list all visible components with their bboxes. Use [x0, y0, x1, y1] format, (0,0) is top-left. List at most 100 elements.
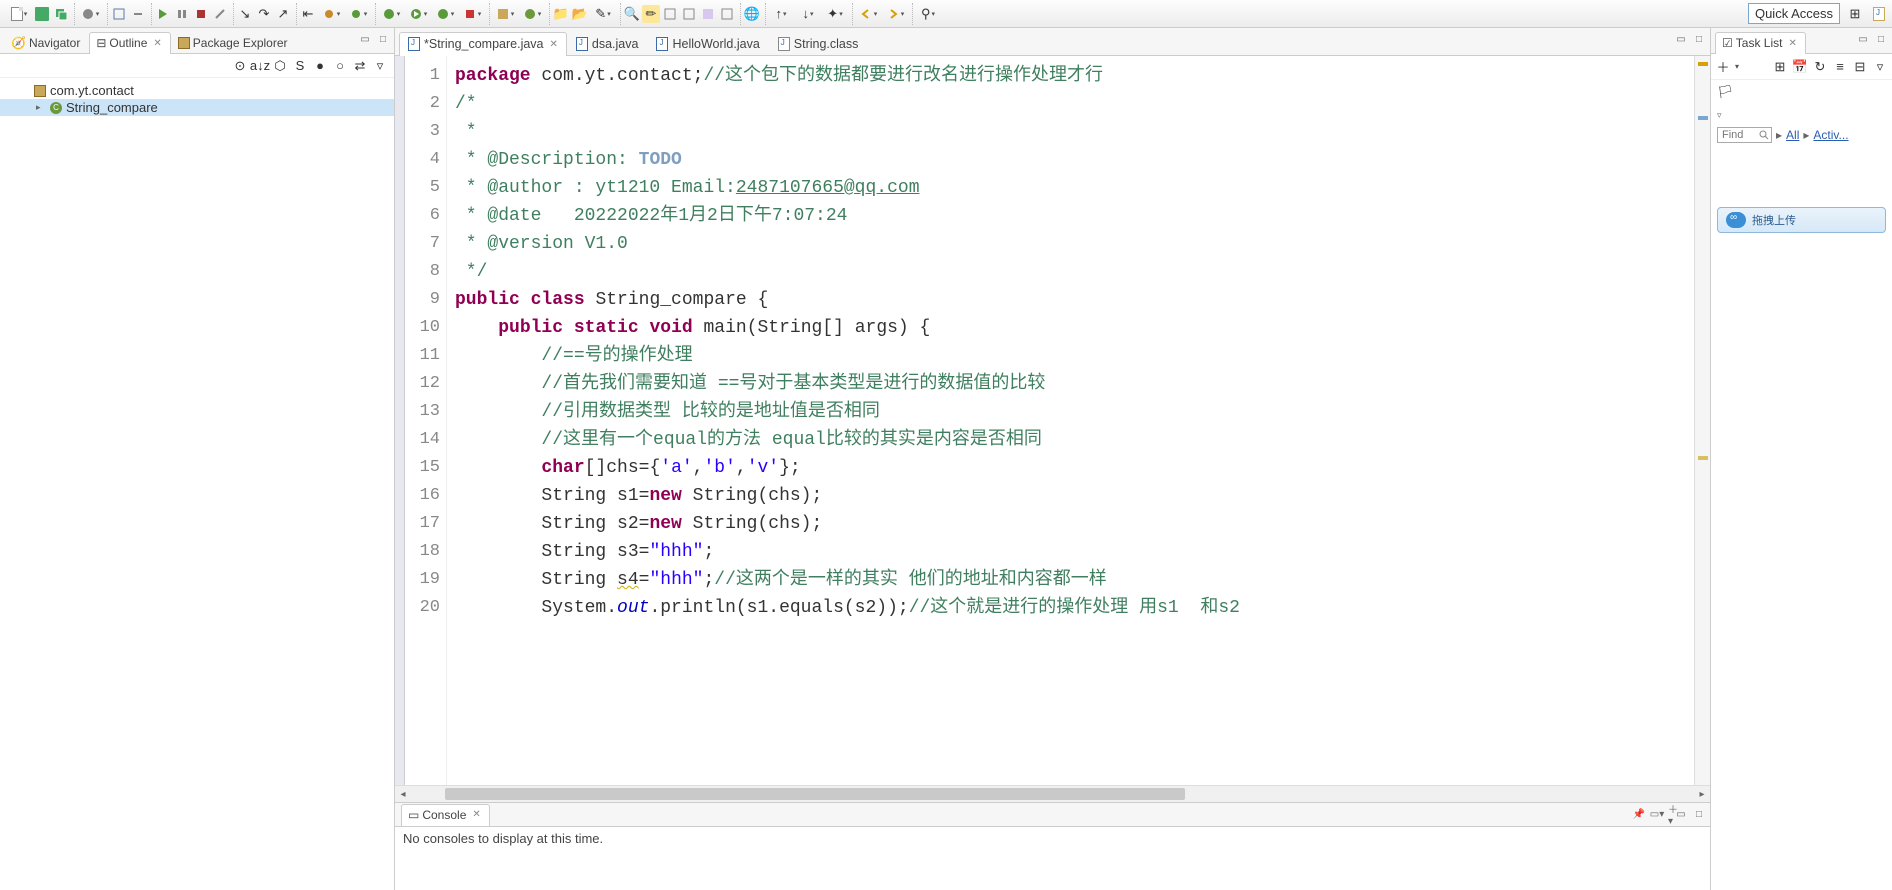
editor-tab-helloworld[interactable]: HelloWorld.java	[647, 32, 768, 56]
scroll-thumb[interactable]	[445, 788, 1185, 800]
navigator-tab[interactable]: 🧭Navigator	[4, 32, 89, 54]
toggle-d-button[interactable]	[718, 5, 736, 23]
step-into-button[interactable]: ↘	[236, 5, 254, 23]
task-flag-button[interactable]: 🏳	[1717, 84, 1734, 99]
skip-bp-button[interactable]	[345, 7, 371, 21]
run-button[interactable]	[405, 7, 431, 21]
open-task-button[interactable]: 📁	[552, 5, 570, 23]
console-display-button[interactable]: ▭▾	[1650, 807, 1664, 821]
center-pane: *String_compare.java✕ dsa.java HelloWorl…	[395, 28, 1710, 890]
search-button[interactable]: 🔍	[623, 5, 641, 23]
collapse-button[interactable]: ≡	[1832, 59, 1848, 75]
close-icon[interactable]: ✕	[153, 38, 161, 49]
next-annot-button[interactable]: ↓	[795, 6, 821, 21]
editor-tab-string-class[interactable]: String.class	[769, 32, 868, 56]
terminate-button[interactable]	[192, 5, 210, 23]
link-editor-button[interactable]	[129, 5, 147, 23]
disconnect-button[interactable]	[211, 5, 229, 23]
outline-tab[interactable]: ⊟Outline✕	[89, 32, 170, 54]
scroll-left-button[interactable]: ◂	[395, 786, 411, 802]
maximize-task-button[interactable]: □	[1874, 32, 1888, 46]
task-presentation-button[interactable]: ⊟	[1852, 59, 1868, 75]
minimize-editor-button[interactable]: ▭	[1674, 32, 1688, 46]
minimize-console-button[interactable]: ▭	[1674, 807, 1688, 821]
line-number-gutter[interactable]: 1234567891011121314151617181920	[405, 56, 447, 785]
new-java-button[interactable]	[492, 7, 518, 21]
open-type-button[interactable]	[77, 7, 103, 21]
task-find-input[interactable]	[1717, 127, 1772, 143]
task-find-row: ▸ All ▸ Activ...	[1711, 123, 1892, 147]
close-icon[interactable]: ✕	[550, 39, 558, 50]
code-editor[interactable]: 1234567891011121314151617181920 package …	[395, 56, 1710, 785]
task-view-menu-button[interactable]: ▿	[1872, 59, 1888, 75]
focus-workweek-button[interactable]: 📅	[1792, 59, 1808, 75]
code-area[interactable]: package com.yt.contact;//这个包下的数据都要进行改名进行…	[447, 56, 1694, 785]
sync-button[interactable]: ↻	[1812, 59, 1828, 75]
scroll-right-button[interactable]: ▸	[1694, 786, 1710, 802]
step-over-button[interactable]: ↷	[255, 5, 273, 23]
drop-frame-button[interactable]: ⇤	[299, 5, 317, 23]
overview-ruler[interactable]	[1694, 56, 1710, 785]
focus-task-button[interactable]: ⊙	[232, 58, 248, 74]
maximize-view-button[interactable]: □	[376, 32, 390, 46]
web-button[interactable]: 🌐	[743, 5, 761, 23]
quick-access-button[interactable]: Quick Access	[1748, 3, 1840, 24]
hide-static-button[interactable]: S	[292, 58, 308, 74]
new-button[interactable]	[6, 7, 32, 21]
outline-tree[interactable]: com.yt.contact ▸ C String_compare	[0, 78, 394, 890]
open-perspective-button[interactable]: ⊞	[1846, 5, 1864, 23]
categorize-button[interactable]: ⊞	[1772, 59, 1788, 75]
toggle-mark-button[interactable]	[110, 5, 128, 23]
console-pin-button[interactable]: 📌	[1632, 807, 1646, 821]
save-button[interactable]	[33, 5, 51, 23]
highlight-button[interactable]: ✏	[642, 5, 660, 23]
toggle-b-button[interactable]	[680, 5, 698, 23]
cloud-upload-button[interactable]: 拖拽上传	[1717, 207, 1886, 233]
close-icon[interactable]: ✕	[472, 809, 480, 820]
editor-hscrollbar[interactable]: ◂ ▸	[395, 785, 1710, 802]
new-class-button[interactable]	[519, 7, 545, 21]
wand-button[interactable]: ✎	[590, 6, 616, 22]
task-filter-all[interactable]: All	[1786, 128, 1799, 142]
new-task-button[interactable]: ＋	[1715, 59, 1731, 75]
toggle-c-button[interactable]	[699, 5, 717, 23]
prev-annot-button[interactable]: ↑	[768, 6, 794, 21]
minimize-view-button[interactable]: ▭	[358, 32, 372, 46]
debug-button[interactable]	[378, 7, 404, 21]
package-explorer-tab[interactable]: Package Explorer	[171, 32, 297, 54]
view-menu-button[interactable]: ▿	[372, 58, 388, 74]
step-return-button[interactable]: ↗	[274, 5, 292, 23]
tree-package-item[interactable]: com.yt.contact	[0, 82, 394, 99]
resume-button[interactable]	[154, 5, 172, 23]
back-button[interactable]	[855, 7, 881, 21]
hide-nonpublic-button[interactable]: ●	[312, 58, 328, 74]
sort-button[interactable]: a↓z	[252, 58, 268, 74]
task-list-tab[interactable]: ☑Task List✕	[1715, 32, 1806, 54]
tree-class-item[interactable]: ▸ C String_compare	[0, 99, 394, 116]
task-expand-button[interactable]: ▿	[1717, 110, 1722, 120]
pin-button[interactable]: ⚲	[915, 6, 941, 22]
minimize-task-button[interactable]: ▭	[1856, 32, 1870, 46]
coverage-button[interactable]	[432, 7, 458, 21]
save-all-button[interactable]	[52, 5, 70, 23]
breakpoint-button[interactable]	[318, 7, 344, 21]
editor-tab-string-compare[interactable]: *String_compare.java✕	[399, 32, 567, 56]
last-edit-button[interactable]: ✦	[822, 6, 848, 22]
ext-tools-button[interactable]	[459, 7, 485, 21]
toggle-a-button[interactable]	[661, 5, 679, 23]
hide-fields-button[interactable]: ⬡	[272, 58, 288, 74]
java-perspective-button[interactable]	[1870, 5, 1888, 23]
close-icon[interactable]: ✕	[1788, 38, 1796, 49]
link-button[interactable]: ⇄	[352, 58, 368, 74]
suspend-button[interactable]	[173, 5, 191, 23]
console-tab[interactable]: ▭Console✕	[401, 804, 490, 826]
maximize-console-button[interactable]: □	[1692, 807, 1706, 821]
folder-button[interactable]: 📂	[571, 5, 589, 23]
editor-tab-dsa[interactable]: dsa.java	[567, 32, 648, 56]
marker-ruler[interactable]	[395, 56, 405, 785]
hide-local-button[interactable]: ○	[332, 58, 348, 74]
task-filter-activate[interactable]: Activ...	[1813, 128, 1848, 142]
forward-button[interactable]	[882, 7, 908, 21]
expander-icon[interactable]: ▸	[36, 102, 46, 113]
maximize-editor-button[interactable]: □	[1692, 32, 1706, 46]
